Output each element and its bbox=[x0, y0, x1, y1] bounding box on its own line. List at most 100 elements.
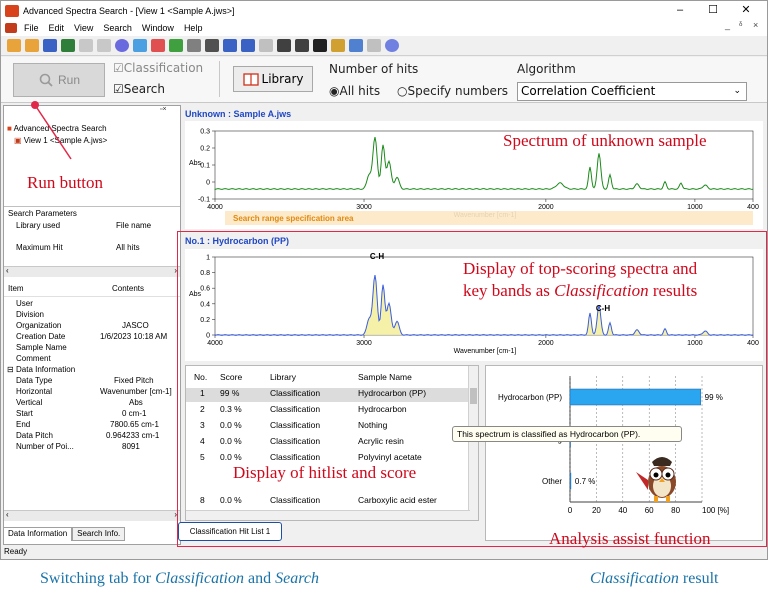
copy-icon[interactable] bbox=[97, 39, 111, 52]
params-scrollbar[interactable]: ‹ › bbox=[4, 266, 180, 277]
unknown-spectrum-header: Unknown : Sample A.jws bbox=[185, 109, 292, 119]
info-icon[interactable] bbox=[385, 39, 399, 52]
info-scrollbar[interactable]: ‹ › bbox=[4, 510, 180, 521]
grid-icon[interactable] bbox=[187, 39, 201, 52]
tab-data-information[interactable]: Data Information bbox=[3, 527, 73, 541]
doc-icon bbox=[5, 23, 17, 33]
specify-numbers-radio[interactable]: ○Specify numbers bbox=[397, 84, 508, 98]
info-item: End bbox=[16, 420, 31, 429]
x-tick-label: 4000 bbox=[207, 204, 223, 211]
menu-window[interactable]: Window bbox=[137, 23, 179, 33]
params-header: Search Parameters bbox=[8, 209, 77, 218]
info-item: Division bbox=[16, 310, 45, 319]
assist-annotation: Analysis assist function bbox=[549, 529, 711, 548]
search-checkbox[interactable]: ☑Search bbox=[113, 82, 165, 96]
info-value: Fixed Pitch bbox=[114, 376, 154, 385]
info-value: 8091 bbox=[122, 442, 140, 451]
expand-icon[interactable] bbox=[295, 39, 309, 52]
window-title: Advanced Spectra Search - [View 1 <Sampl… bbox=[23, 5, 235, 16]
move-icon[interactable] bbox=[277, 39, 291, 52]
col-item-header: Item bbox=[8, 284, 24, 293]
menu-view[interactable]: View bbox=[69, 23, 98, 33]
hits-title: Number of hits bbox=[329, 62, 419, 76]
help-icon[interactable] bbox=[115, 39, 129, 52]
col-contents-header: Contents bbox=[112, 284, 145, 293]
info-item: Sample Name bbox=[16, 343, 67, 352]
close-button[interactable]: ✕ bbox=[731, 1, 761, 20]
mdi-close-button[interactable]: × bbox=[753, 20, 758, 30]
book-icon bbox=[242, 72, 259, 86]
left-tabs: Data Information Search Info. bbox=[3, 527, 181, 541]
mdi-restore-button[interactable]: ᵟ bbox=[739, 20, 742, 30]
title-bar: Advanced Spectra Search - [View 1 <Sampl… bbox=[1, 1, 767, 20]
magnifier-icon bbox=[39, 73, 53, 87]
open-file-icon[interactable] bbox=[25, 39, 39, 52]
scroll-left-icon[interactable]: ‹ bbox=[6, 266, 9, 275]
y-tick-label: 0 bbox=[206, 180, 210, 187]
x-tick-label: 2000 bbox=[538, 204, 554, 211]
info-value: Abs bbox=[129, 398, 143, 407]
classification-checkbox[interactable]: ☑Classification bbox=[113, 61, 203, 75]
search-tool-icon[interactable] bbox=[349, 39, 363, 52]
properties-icon[interactable] bbox=[61, 39, 75, 52]
return-icon[interactable] bbox=[313, 39, 327, 52]
save-icon[interactable] bbox=[43, 39, 57, 52]
info-item: Data Pitch bbox=[16, 431, 53, 440]
zoom-icon[interactable] bbox=[259, 39, 273, 52]
radio-empty-icon: ○ bbox=[397, 84, 408, 98]
spectrum-icon[interactable] bbox=[331, 39, 345, 52]
scroll-left-icon[interactable]: ‹ bbox=[6, 510, 9, 519]
open-folder-icon[interactable] bbox=[7, 39, 21, 52]
pane-close-icon[interactable]: ▫× bbox=[160, 106, 167, 113]
search-range-label: Search range specification area bbox=[233, 214, 354, 223]
run-pointer-line bbox=[31, 101, 72, 160]
info-item: Data Information bbox=[16, 365, 76, 374]
info-item: Number of Poi... bbox=[16, 442, 74, 451]
maximize-button[interactable]: ☐ bbox=[698, 1, 728, 20]
peak-icon[interactable] bbox=[169, 39, 183, 52]
chart-icon[interactable] bbox=[241, 39, 255, 52]
collapse-icon[interactable]: ⊟ bbox=[7, 365, 14, 374]
left-pane: ▫× ■ Advanced Spectra Search ▣ View 1 <S… bbox=[3, 105, 181, 545]
menu-bar: File Edit View Search Window Help _ ᵟ × bbox=[1, 20, 767, 36]
algorithm-select[interactable]: Correlation Coefficient ⌄ bbox=[517, 82, 747, 101]
disabled-tool-icon[interactable] bbox=[367, 39, 381, 52]
info-item: User bbox=[16, 299, 33, 308]
window-split-icon[interactable] bbox=[223, 39, 237, 52]
ribbon: Run ☑Classification ☑Search Library Numb… bbox=[1, 57, 767, 103]
info-item: Organization bbox=[16, 321, 62, 330]
view-icon[interactable] bbox=[133, 39, 147, 52]
minimize-button[interactable]: – bbox=[665, 1, 695, 20]
result-caption: Classification result bbox=[590, 570, 719, 587]
run-button-annotation: Run button bbox=[27, 173, 104, 192]
tab-caption: Switching tab for Classification and Sea… bbox=[40, 570, 319, 587]
hitlist-annotation: Display of hitlist and score bbox=[233, 463, 417, 482]
bars-icon[interactable] bbox=[205, 39, 219, 52]
overlay-icon[interactable] bbox=[151, 39, 165, 52]
menu-help[interactable]: Help bbox=[179, 23, 208, 33]
search-parameters-table: Search Parameters Library used File name … bbox=[4, 206, 180, 268]
library-button[interactable]: Library bbox=[233, 66, 313, 92]
menu-file[interactable]: File bbox=[19, 23, 44, 33]
data-information-table: Item Contents User Division Organization J… bbox=[4, 282, 180, 532]
param-label: Library used bbox=[16, 221, 61, 230]
mdi-minimize-button[interactable]: _ bbox=[725, 20, 730, 30]
menu-search[interactable]: Search bbox=[98, 23, 137, 33]
unknown-spectrum-annotation: Spectrum of unknown sample bbox=[503, 131, 707, 150]
all-hits-radio[interactable]: ◉All hits bbox=[329, 84, 380, 98]
y-tick-label: -0.1 bbox=[198, 197, 210, 204]
tab-search-info[interactable]: Search Info. bbox=[72, 527, 126, 541]
x-tick-label: 3000 bbox=[356, 204, 372, 211]
top-hit-annotation-line2: key bands as Classification results bbox=[463, 281, 698, 300]
run-button[interactable]: Run bbox=[13, 63, 105, 97]
algorithm-title: Algorithm bbox=[517, 62, 576, 76]
print-icon[interactable] bbox=[79, 39, 93, 52]
x-tick-label: 1000 bbox=[687, 204, 703, 211]
info-value: 0.964233 cm-1 bbox=[106, 431, 160, 440]
chevron-down-icon: ⌄ bbox=[733, 86, 741, 96]
param-value: File name bbox=[116, 221, 152, 230]
menu-edit[interactable]: Edit bbox=[44, 23, 70, 33]
info-value: 7800.65 cm-1 bbox=[110, 420, 159, 429]
y-tick-label: 0.2 bbox=[200, 146, 210, 153]
radio-selected-icon: ◉ bbox=[329, 84, 340, 98]
